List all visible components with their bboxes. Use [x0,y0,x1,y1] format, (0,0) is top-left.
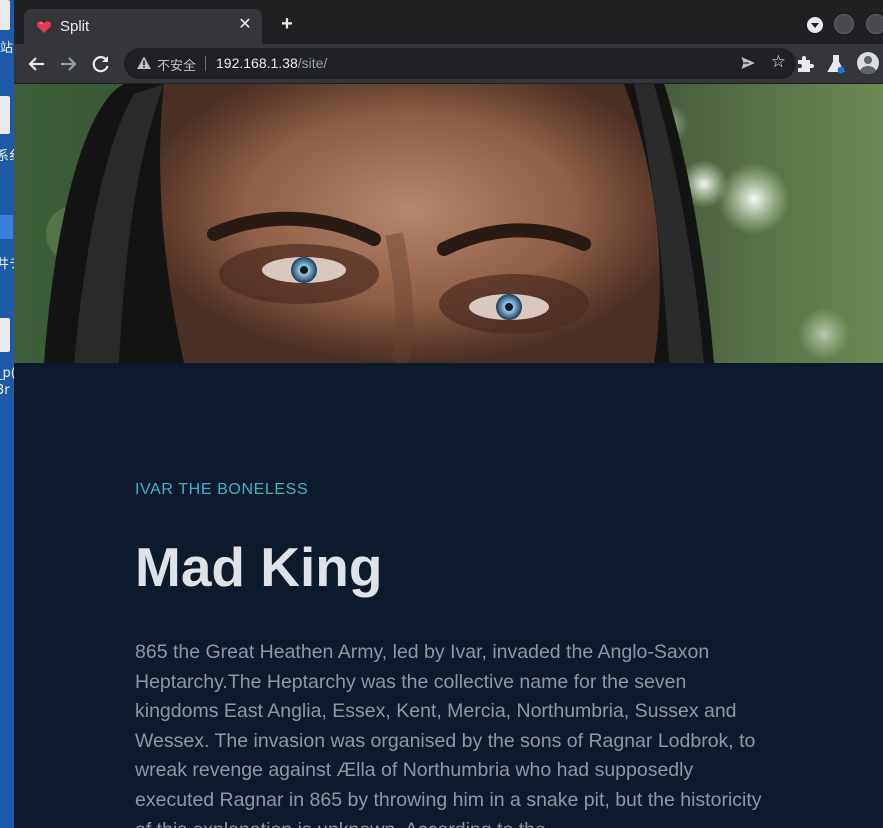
maximize-button[interactable] [866,14,883,34]
desktop-app-icon[interactable] [0,96,10,134]
labs-icon[interactable] [824,52,848,76]
desktop-selected-item[interactable] [0,215,13,239]
close-tab-icon[interactable]: ✕ [236,16,254,34]
security-status[interactable]: 不安全 [157,55,196,74]
url-path: /site/ [297,55,328,71]
forward-icon[interactable] [56,52,80,76]
tab-search-icon[interactable] [807,17,823,33]
heart-icon [36,21,52,33]
profile-icon[interactable] [857,52,879,74]
address-bar[interactable]: 不安全 192.168.1.38/site/ ☆ [124,48,796,79]
desktop-file-icon[interactable] [0,0,10,30]
new-tab-icon[interactable]: + [276,13,298,35]
desktop-label: 3r [0,383,10,398]
extensions-icon[interactable] [793,52,817,76]
tab-strip: Split ✕ + [14,0,883,44]
hero-image [14,84,883,363]
star-icon[interactable]: ☆ [771,52,786,72]
desktop-background: 站 系纟 井チ _p( 3r [0,0,14,828]
back-icon[interactable] [25,52,49,76]
browser-window: Split ✕ + 不安全 192.168.1.38/site/ ☆ IVAR … [14,0,883,828]
warning-icon[interactable] [136,55,152,71]
desktop-label: 站 [0,41,14,56]
tab-split[interactable]: Split ✕ [24,9,262,44]
url-host: 192.168.1.38 [216,55,298,71]
desktop-label: _p( [0,366,14,381]
desktop-document-icon[interactable] [0,318,10,352]
desktop-label: 井チ [0,257,14,272]
send-icon[interactable] [740,55,756,71]
tab-title: Split [60,18,90,35]
web-page: IVAR THE BONELESS Mad King 865 the Great… [14,84,883,828]
reload-icon[interactable] [89,52,113,76]
desktop-label: 系纟 [0,149,14,164]
divider [205,56,206,71]
minimize-button[interactable] [834,14,854,34]
page-title: Mad King [135,536,383,598]
browser-toolbar: 不安全 192.168.1.38/site/ ☆ [14,44,883,84]
article-body: 865 the Great Heathen Army, led by Ivar,… [135,641,762,828]
section-eyebrow: IVAR THE BONELESS [135,481,309,498]
url-text[interactable]: 192.168.1.38/site/ [216,55,327,71]
